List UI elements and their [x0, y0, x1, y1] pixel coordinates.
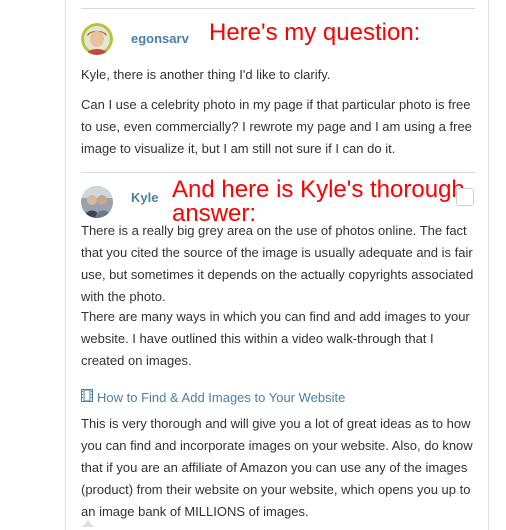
answer-paragraph-1: There is a really big grey area on the u…	[81, 223, 474, 304]
user-photo-icon	[81, 23, 113, 55]
answer-annotation: And here is Kyle's thorough answer:	[172, 176, 465, 227]
question-annotation: Here's my question:	[209, 19, 421, 46]
film-icon	[81, 388, 93, 408]
collapse-toggle[interactable]	[456, 188, 474, 206]
video-walkthrough-link[interactable]: How to Find & Add Images to Your Website	[81, 388, 345, 408]
user-photo-icon	[81, 186, 113, 218]
answer-paragraph-2: There are many ways in which you can fin…	[81, 309, 470, 368]
username-egonsarv[interactable]: egonsarv	[131, 31, 189, 46]
thread-border-right	[488, 0, 489, 530]
post-divider	[81, 172, 475, 173]
question-paragraph-2: Can I use a celebrity photo in my page i…	[81, 97, 472, 156]
answer-paragraph-3: This is very thorough and will give you …	[81, 416, 473, 519]
avatar-kyle[interactable]	[81, 186, 113, 218]
username-kyle[interactable]: Kyle	[131, 190, 158, 205]
reply-pointer-caret	[82, 520, 94, 527]
question-paragraph-1: Kyle, there is another thing I'd like to…	[81, 67, 331, 82]
thread-border-left	[65, 0, 66, 530]
post-divider-top	[81, 8, 475, 9]
avatar-egonsarv[interactable]	[81, 23, 113, 55]
video-link-label[interactable]: How to Find & Add Images to Your Website	[97, 388, 345, 408]
